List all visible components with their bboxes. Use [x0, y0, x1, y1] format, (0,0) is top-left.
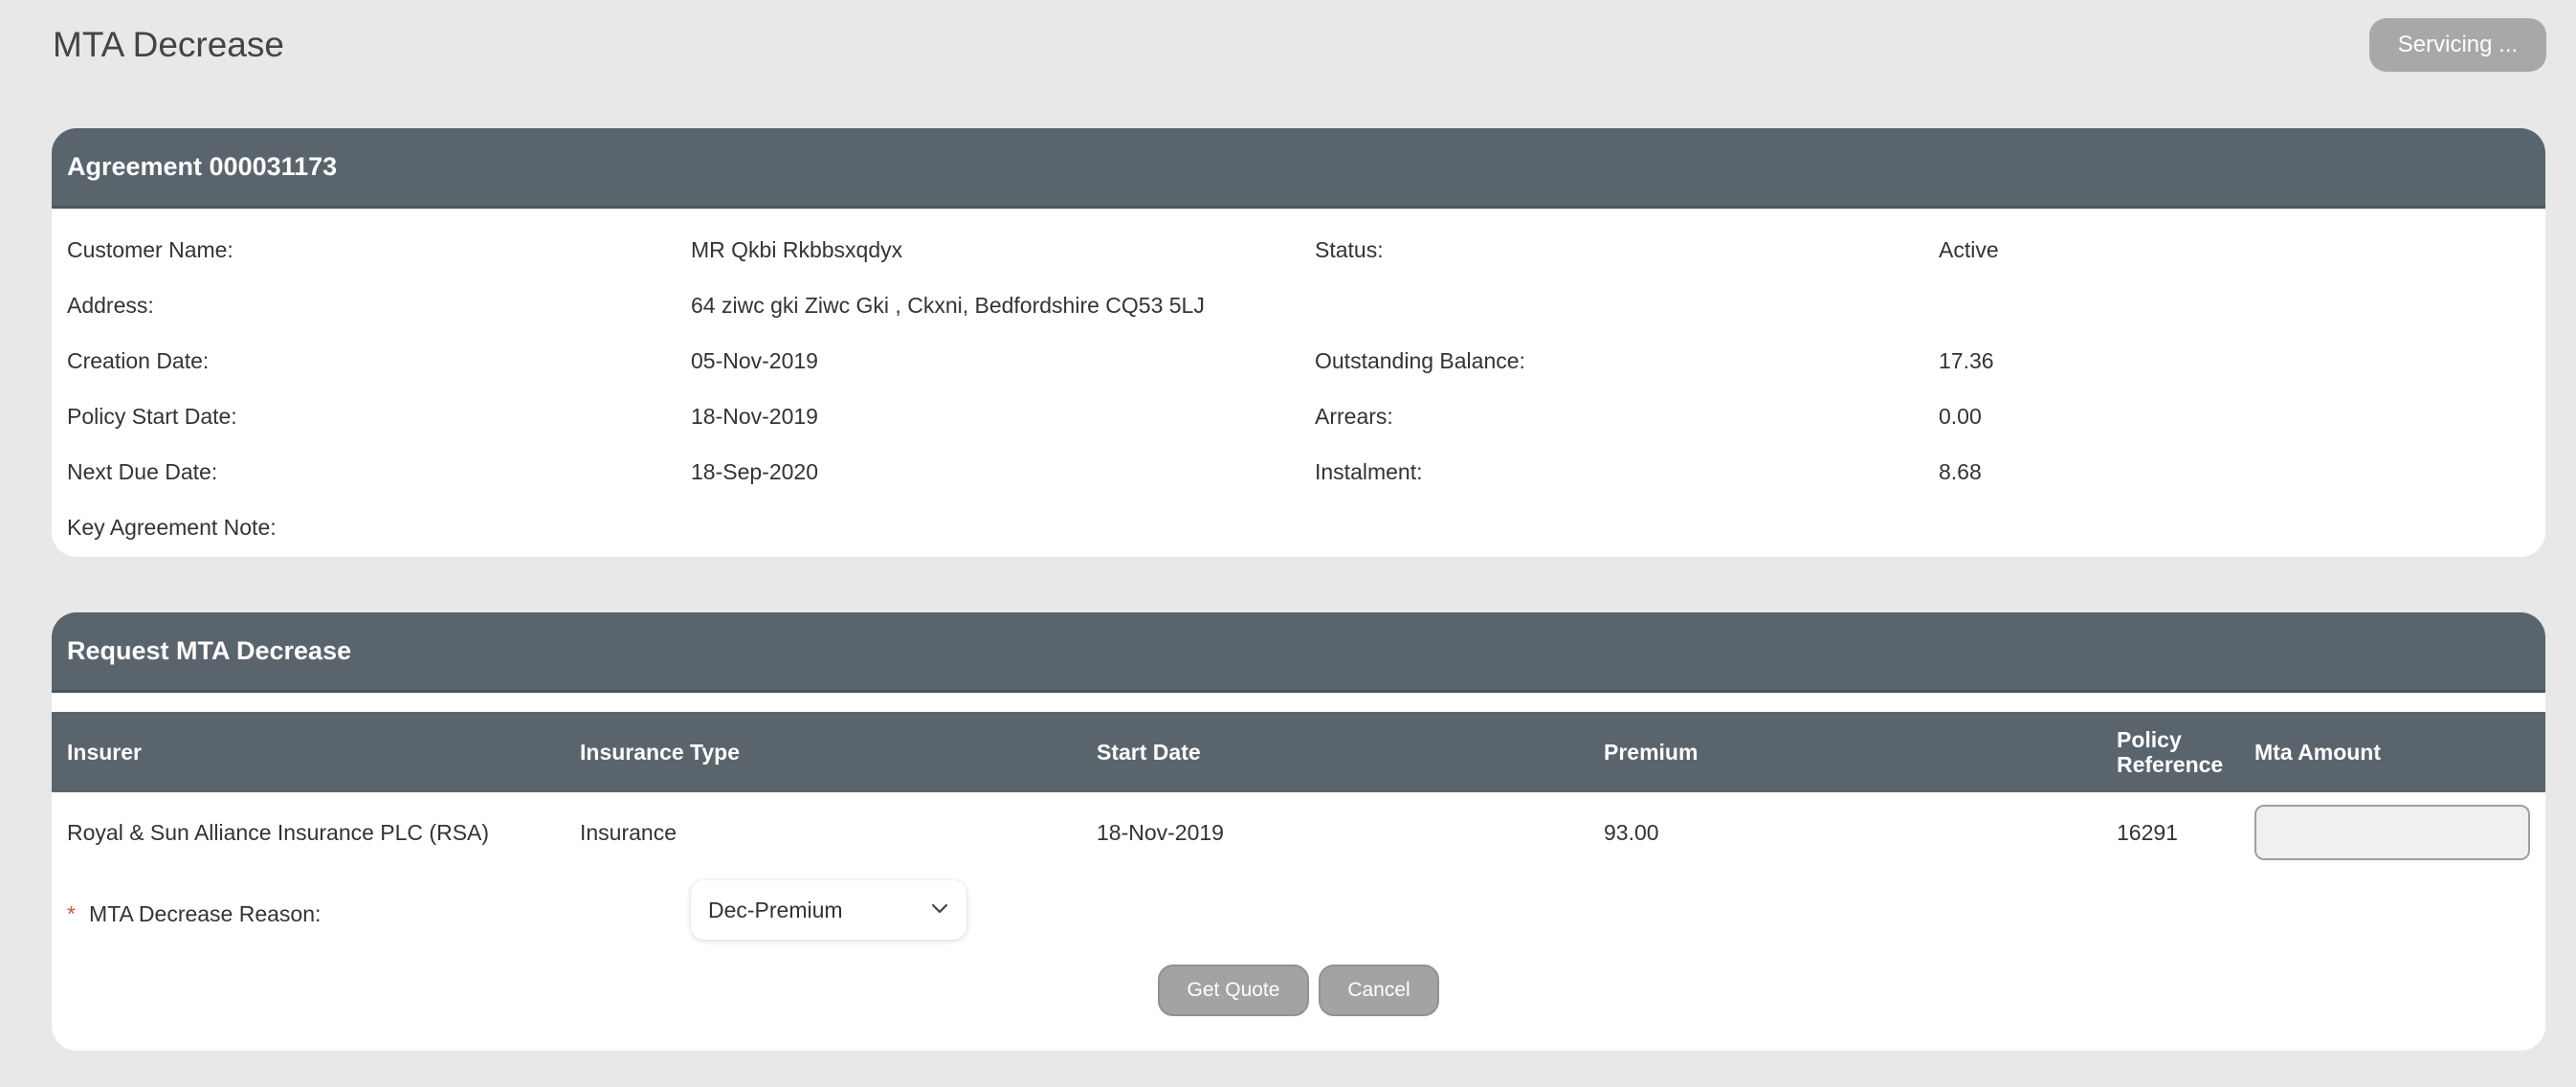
- arrears-label: Arrears:: [1315, 404, 1393, 429]
- cell-insurer: Royal & Sun Alliance Insurance PLC (RSA): [67, 819, 490, 845]
- status-value: Active: [1939, 237, 1999, 262]
- policy-start-value: 18-Nov-2019: [691, 404, 818, 429]
- request-panel: Request MTA Decrease Insurer Insurance T…: [52, 612, 2545, 1051]
- address-value: 64 ziwc gki Ziwc Gki , Ckxni, Bedfordshi…: [691, 293, 1205, 318]
- col-policy-reference-line1: Policy: [2117, 726, 2182, 752]
- reason-label-group: * MTA Decrease Reason:: [67, 901, 321, 927]
- col-policy-reference: Policy Reference: [2117, 712, 2223, 792]
- agreement-info-grid: Customer Name: MR Qkbi Rkbbsxqdyx Status…: [52, 209, 2545, 557]
- cell-insurance-type: Insurance: [580, 819, 677, 845]
- policy-start-label: Policy Start Date:: [67, 404, 237, 429]
- next-due-label: Next Due Date:: [67, 459, 218, 484]
- instalment-value: 8.68: [1939, 459, 1982, 484]
- page-title: MTA Decrease: [53, 25, 284, 64]
- reason-label: MTA Decrease Reason:: [88, 901, 322, 926]
- required-marker: *: [67, 901, 76, 926]
- get-quote-button[interactable]: Get Quote: [1158, 965, 1309, 1016]
- col-premium: Premium: [1604, 739, 1699, 765]
- creation-date-value: 05-Nov-2019: [691, 348, 818, 373]
- decrease-reason-select[interactable]: Dec-Premium: [691, 880, 966, 940]
- divider: [52, 693, 2545, 712]
- cell-policy-reference: 16291: [2117, 819, 2178, 845]
- action-buttons: Get Quote Cancel: [52, 965, 2545, 1032]
- creation-date-label: Creation Date:: [67, 348, 210, 373]
- status-label: Status:: [1315, 237, 1384, 262]
- col-policy-reference-line2: Reference: [2117, 752, 2224, 777]
- col-insurance-type: Insurance Type: [580, 739, 741, 765]
- arrears-value: 0.00: [1939, 404, 1982, 429]
- servicing-button[interactable]: Servicing ...: [2369, 18, 2546, 72]
- cell-premium: 93.00: [1604, 819, 1659, 845]
- cell-start-date: 18-Nov-2019: [1097, 819, 1224, 845]
- page: MTA Decrease Servicing ... Agreement 000…: [0, 0, 2576, 1087]
- request-header: Request MTA Decrease: [52, 612, 2545, 693]
- table-header: Insurer Insurance Type Start Date Premiu…: [52, 712, 2545, 792]
- col-mta-amount: Mta Amount: [2254, 739, 2382, 765]
- outstanding-balance-label: Outstanding Balance:: [1315, 348, 1525, 373]
- reason-row: * MTA Decrease Reason: Dec-Premium: [52, 873, 2545, 965]
- instalment-label: Instalment:: [1315, 459, 1423, 484]
- mta-amount-input[interactable]: [2254, 805, 2530, 860]
- customer-name-label: Customer Name:: [67, 237, 233, 262]
- customer-name-value: MR Qkbi Rkbbsxqdyx: [691, 237, 903, 262]
- key-note-label: Key Agreement Note:: [67, 515, 277, 540]
- col-start-date: Start Date: [1097, 739, 1201, 765]
- address-label: Address:: [67, 293, 154, 318]
- agreement-panel: Agreement 000031173 Customer Name: MR Qk…: [52, 128, 2545, 557]
- cancel-button[interactable]: Cancel: [1319, 965, 1439, 1016]
- chevron-down-icon: [931, 903, 948, 914]
- decrease-reason-value: Dec-Premium: [708, 897, 843, 922]
- next-due-value: 18-Sep-2020: [691, 459, 818, 484]
- table-row: Royal & Sun Alliance Insurance PLC (RSA)…: [52, 792, 2545, 873]
- agreement-header: Agreement 000031173: [52, 128, 2545, 209]
- outstanding-balance-value: 17.36: [1939, 348, 1994, 373]
- col-insurer: Insurer: [67, 739, 142, 765]
